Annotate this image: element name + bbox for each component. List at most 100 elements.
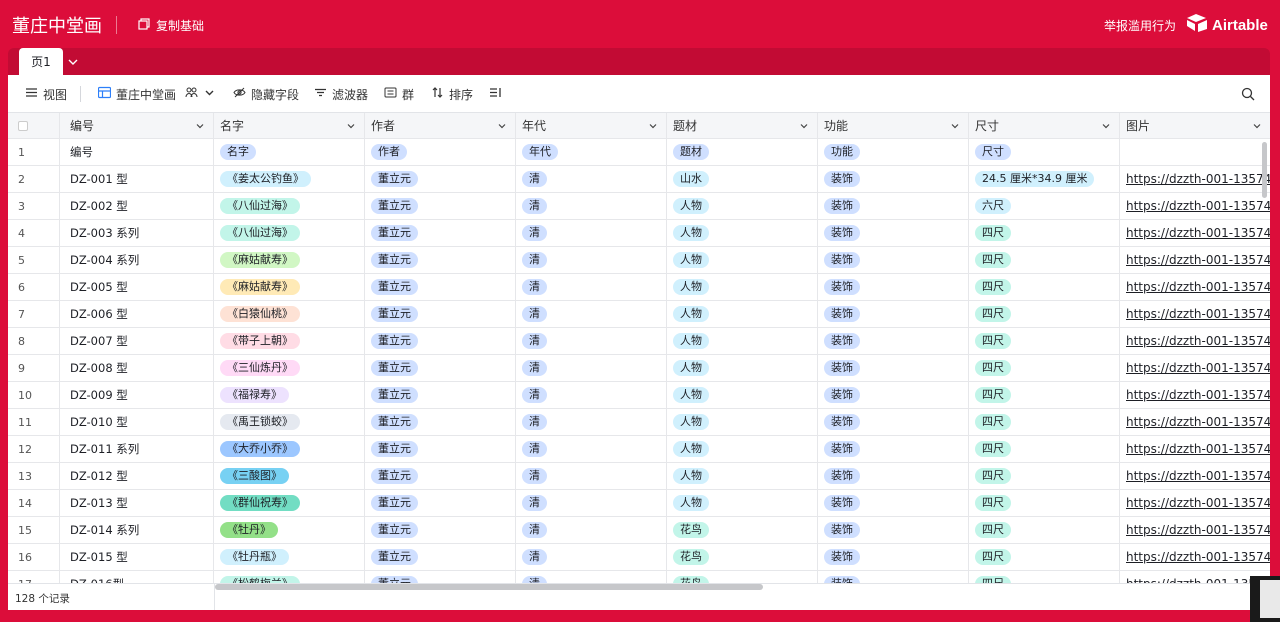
- cell-name[interactable]: 名字: [214, 139, 365, 165]
- cell-author[interactable]: 作者: [365, 139, 516, 165]
- image-link[interactable]: https://dzzth-001-13574...: [1126, 415, 1270, 429]
- cell-author[interactable]: 董立元: [365, 274, 516, 300]
- cell-name[interactable]: 《带子上朝》: [214, 328, 365, 354]
- cell-name[interactable]: 《大乔小乔》: [214, 436, 365, 462]
- cell-func[interactable]: 装饰: [818, 463, 969, 489]
- cell-era[interactable]: 清: [516, 382, 667, 408]
- view-switcher[interactable]: 董庄中堂画: [97, 86, 216, 102]
- cell-era[interactable]: 清: [516, 436, 667, 462]
- cell-func[interactable]: 装饰: [818, 517, 969, 543]
- cell-n[interactable]: 12: [8, 436, 60, 462]
- cell-subject[interactable]: 花鸟: [667, 517, 818, 543]
- report-abuse-link[interactable]: 举报滥用行为: [1104, 17, 1176, 34]
- cell-subject[interactable]: 人物: [667, 328, 818, 354]
- cell-subject[interactable]: 山水: [667, 166, 818, 192]
- cell-name[interactable]: 《群仙祝寿》: [214, 490, 365, 516]
- column-header-era[interactable]: 年代: [516, 113, 667, 138]
- cell-id[interactable]: DZ-002 型: [60, 193, 214, 219]
- cell-era[interactable]: 清: [516, 355, 667, 381]
- sort-button[interactable]: 排序: [431, 86, 473, 102]
- tab-page1[interactable]: 页1: [19, 48, 63, 75]
- cell-name[interactable]: 《禹王锁蛟》: [214, 409, 365, 435]
- table-row[interactable]: 1 编号 名字 作者 年代 题材 功能 尺寸: [8, 139, 1270, 166]
- cell-era[interactable]: 清: [516, 301, 667, 327]
- cell-id[interactable]: DZ-013 型: [60, 490, 214, 516]
- cell-size[interactable]: 四尺: [969, 301, 1120, 327]
- cell-func[interactable]: 装饰: [818, 409, 969, 435]
- image-link[interactable]: https://dzzth-001-13574...: [1126, 226, 1270, 240]
- column-header-id[interactable]: 编号: [60, 113, 214, 138]
- cell-author[interactable]: 董立元: [365, 436, 516, 462]
- cell-id[interactable]: DZ-009 型: [60, 382, 214, 408]
- cell-size[interactable]: 四尺: [969, 220, 1120, 246]
- cell-img[interactable]: https://dzzth-001-13574...: [1120, 436, 1270, 462]
- table-row[interactable]: 11 DZ-010 型 《禹王锁蛟》 董立元 清 人物 装饰 四尺 https://dzzth-…: [8, 409, 1270, 436]
- cell-n[interactable]: 8: [8, 328, 60, 354]
- cell-name[interactable]: 《八仙过海》: [214, 220, 365, 246]
- cell-n[interactable]: 14: [8, 490, 60, 516]
- group-button[interactable]: 群: [384, 86, 414, 102]
- table-row[interactable]: 14 DZ-013 型 《群仙祝寿》 董立元 清 人物 装饰 四尺 https://dzzth-…: [8, 490, 1270, 517]
- cell-id[interactable]: DZ-007 型: [60, 328, 214, 354]
- vertical-scrollbar[interactable]: [1262, 142, 1267, 198]
- cell-era[interactable]: 清: [516, 220, 667, 246]
- cell-subject[interactable]: 人物: [667, 490, 818, 516]
- cell-era[interactable]: 清: [516, 328, 667, 354]
- table-row[interactable]: 3 DZ-002 型 《八仙过海》 董立元 清 人物 装饰 六尺 https://dzzth-0…: [8, 193, 1270, 220]
- table-row[interactable]: 10 DZ-009 型 《福禄寿》 董立元 清 人物 装饰 四尺 https://dzzth-0…: [8, 382, 1270, 409]
- cell-subject[interactable]: 人物: [667, 355, 818, 381]
- column-header-author[interactable]: 作者: [365, 113, 516, 138]
- cell-id[interactable]: DZ-011 系列: [60, 436, 214, 462]
- cell-subject[interactable]: 人物: [667, 193, 818, 219]
- cell-name[interactable]: 《牡丹瓶》: [214, 544, 365, 570]
- cell-n[interactable]: 2: [8, 166, 60, 192]
- cell-era[interactable]: 清: [516, 544, 667, 570]
- cell-subject[interactable]: 人物: [667, 247, 818, 273]
- table-row[interactable]: 16 DZ-015 型 《牡丹瓶》 董立元 清 花鸟 装饰 四尺 https://dzzth-0…: [8, 544, 1270, 571]
- table-row[interactable]: 2 DZ-001 型 《姜太公钓鱼》 董立元 清 山水 装饰 24.5 厘米*34.9 厘米 h…: [8, 166, 1270, 193]
- cell-img[interactable]: https://dzzth-001-13574...: [1120, 328, 1270, 354]
- cell-img[interactable]: https://dzzth-001-13574...: [1120, 301, 1270, 327]
- cell-img[interactable]: https://dzzth-001-13574...: [1120, 166, 1270, 192]
- cell-func[interactable]: 装饰: [818, 220, 969, 246]
- cell-img[interactable]: https://dzzth-001-13574...: [1120, 193, 1270, 219]
- cell-func[interactable]: 装饰: [818, 382, 969, 408]
- cell-author[interactable]: 董立元: [365, 517, 516, 543]
- cell-n[interactable]: 16: [8, 544, 60, 570]
- cell-subject[interactable]: 人物: [667, 436, 818, 462]
- cell-n[interactable]: 15: [8, 517, 60, 543]
- cell-era[interactable]: 清: [516, 247, 667, 273]
- cell-name[interactable]: 《麻姑献寿》: [214, 274, 365, 300]
- cell-img[interactable]: https://dzzth-001-13574...: [1120, 247, 1270, 273]
- cell-size[interactable]: 四尺: [969, 517, 1120, 543]
- cell-subject[interactable]: 人物: [667, 301, 818, 327]
- cell-size[interactable]: 四尺: [969, 490, 1120, 516]
- cell-func[interactable]: 装饰: [818, 544, 969, 570]
- cell-size[interactable]: 四尺: [969, 382, 1120, 408]
- cell-size[interactable]: 四尺: [969, 544, 1120, 570]
- base-title[interactable]: 董庄中堂画: [12, 12, 102, 38]
- cell-n[interactable]: 10: [8, 382, 60, 408]
- table-row[interactable]: 15 DZ-014 系列 《牡丹》 董立元 清 花鸟 装饰 四尺 https://dzzth-0…: [8, 517, 1270, 544]
- cell-subject[interactable]: 人物: [667, 382, 818, 408]
- cell-name[interactable]: 《福禄寿》: [214, 382, 365, 408]
- cell-img[interactable]: https://dzzth-001-13574...: [1120, 544, 1270, 570]
- table-row[interactable]: 5 DZ-004 系列 《麻姑献寿》 董立元 清 人物 装饰 四尺 https://dzzth-…: [8, 247, 1270, 274]
- cell-author[interactable]: 董立元: [365, 544, 516, 570]
- cell-name[interactable]: 《三仙炼丹》: [214, 355, 365, 381]
- cell-img[interactable]: https://dzzth-001-13574...: [1120, 490, 1270, 516]
- cell-era[interactable]: 清: [516, 490, 667, 516]
- cell-func[interactable]: 装饰: [818, 247, 969, 273]
- cell-era[interactable]: 清: [516, 409, 667, 435]
- cell-func[interactable]: 装饰: [818, 301, 969, 327]
- cell-size[interactable]: 四尺: [969, 436, 1120, 462]
- cell-author[interactable]: 董立元: [365, 463, 516, 489]
- row-height-button[interactable]: [489, 86, 502, 102]
- cell-name[interactable]: 《牡丹》: [214, 517, 365, 543]
- cell-func[interactable]: 装饰: [818, 193, 969, 219]
- table-row[interactable]: 6 DZ-005 型 《麻姑献寿》 董立元 清 人物 装饰 四尺 https://dzzth-0…: [8, 274, 1270, 301]
- image-link[interactable]: https://dzzth-001-13574...: [1126, 442, 1270, 456]
- cell-subject[interactable]: 人物: [667, 463, 818, 489]
- cell-size[interactable]: 24.5 厘米*34.9 厘米: [969, 166, 1120, 192]
- cell-img[interactable]: https://dzzth-001-13574...: [1120, 382, 1270, 408]
